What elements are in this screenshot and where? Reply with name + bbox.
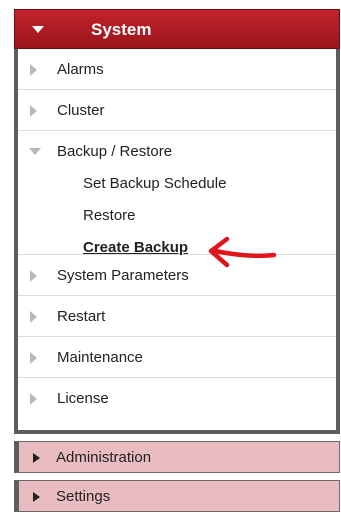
menu-item-alarms[interactable]: Alarms xyxy=(18,49,336,90)
menu-item-label: Alarms xyxy=(57,61,104,78)
menu-item-system-parameters[interactable]: System Parameters xyxy=(18,255,336,296)
menu-item-label: System Parameters xyxy=(57,267,189,284)
menu-item-backup-restore[interactable]: Backup / Restore Set Backup Schedule Res… xyxy=(18,131,336,256)
section-label: Administration xyxy=(56,449,152,466)
menu-item-label: License xyxy=(57,390,109,407)
menu-item-license[interactable]: License xyxy=(18,378,336,419)
caret-down-icon xyxy=(32,26,44,33)
submenu-item-create-backup[interactable]: Create Backup xyxy=(83,239,188,256)
section-administration[interactable]: Administration xyxy=(14,441,340,473)
section-label: Settings xyxy=(56,488,111,505)
system-header[interactable]: System xyxy=(14,9,340,49)
menu-item-label: Cluster xyxy=(57,102,105,119)
triangle-right-icon xyxy=(30,64,37,76)
menu-item-restart[interactable]: Restart xyxy=(18,296,336,337)
navigation-panel: System Alarms Cluster Backup / Restore S… xyxy=(0,0,341,514)
submenu-item-restore[interactable]: Restore xyxy=(83,207,136,224)
triangle-right-icon xyxy=(30,105,37,117)
red-arrow-annotation xyxy=(208,236,277,268)
menu-item-label: Maintenance xyxy=(57,349,143,366)
triangle-right-icon xyxy=(33,492,40,502)
menu-item-label: Restart xyxy=(57,308,106,325)
triangle-right-icon xyxy=(30,311,37,323)
triangle-down-icon xyxy=(29,148,41,155)
submenu-item-set-backup-schedule[interactable]: Set Backup Schedule xyxy=(83,175,226,192)
system-menu-list: Alarms Cluster Backup / Restore Set Back… xyxy=(18,49,336,430)
section-settings[interactable]: Settings xyxy=(14,480,340,512)
triangle-right-icon xyxy=(30,393,37,405)
menu-item-label: Backup / Restore xyxy=(57,143,173,160)
triangle-right-icon xyxy=(33,453,40,463)
triangle-right-icon xyxy=(30,352,37,364)
menu-item-maintenance[interactable]: Maintenance xyxy=(18,337,336,378)
system-title: System xyxy=(91,20,152,39)
triangle-right-icon xyxy=(30,270,37,282)
menu-item-cluster[interactable]: Cluster xyxy=(18,90,336,131)
system-menu: System Alarms Cluster Backup / Restore S… xyxy=(14,9,340,434)
